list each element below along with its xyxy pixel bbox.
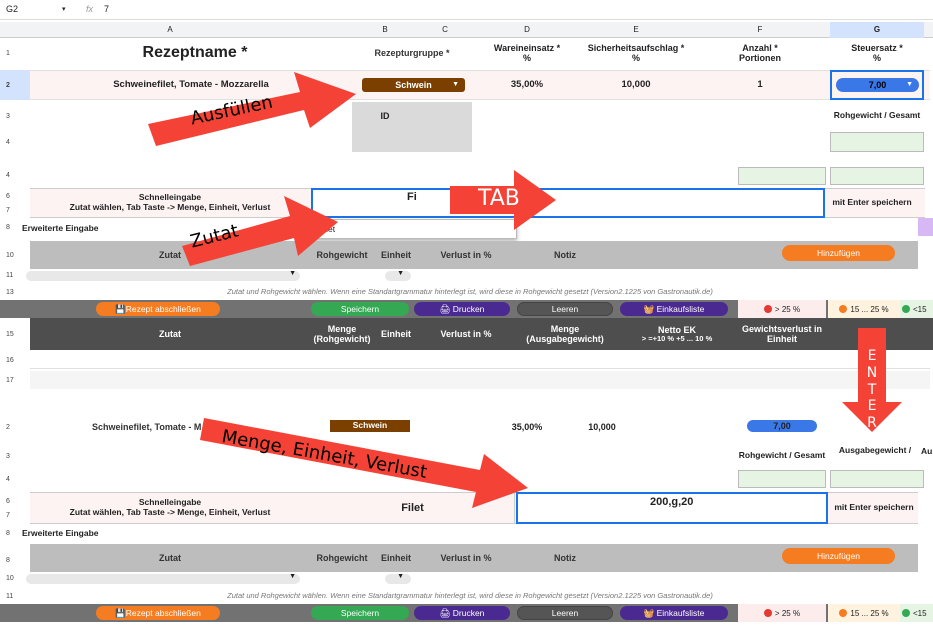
tab-label: TAB (478, 186, 520, 211)
annotation-arrows (148, 72, 902, 508)
enter-label: ENTER (866, 348, 878, 432)
